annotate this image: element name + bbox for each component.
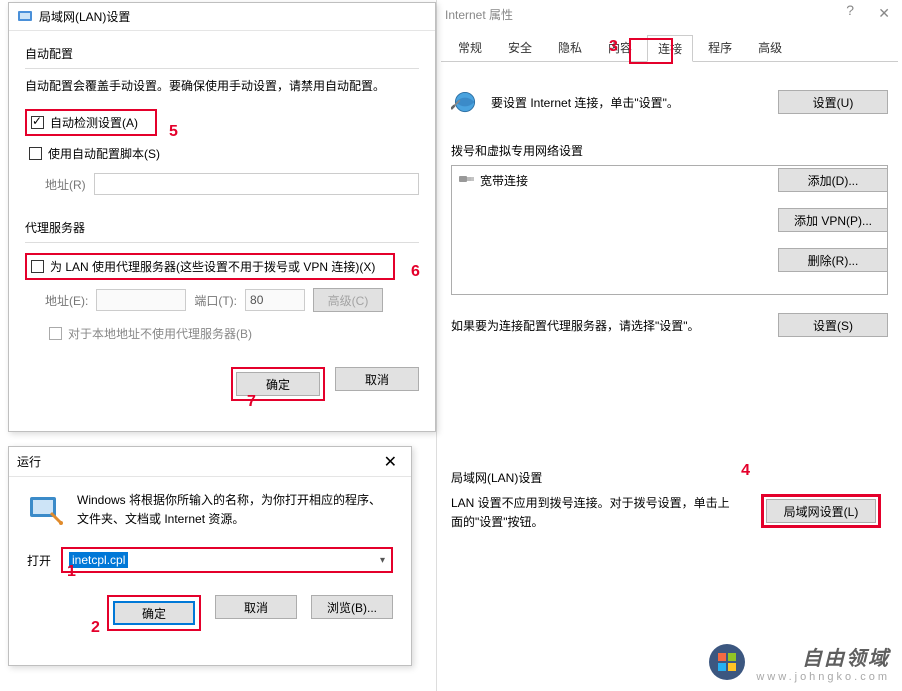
globe-icon	[451, 88, 479, 116]
auto-detect-checkbox-row[interactable]: 自动检测设置(A)	[25, 109, 157, 136]
dial-item-label: 宽带连接	[480, 172, 528, 189]
lan-titlebar: 局域网(LAN)设置	[9, 3, 435, 31]
proxy-group-label: 代理服务器	[25, 219, 419, 236]
lan-body: 自动配置 自动配置会覆盖手动设置。要确保使用手动设置，请禁用自动配置。 自动检测…	[9, 31, 435, 415]
dial-group-label: 拨号和虚拟专用网络设置	[451, 142, 888, 159]
lan-cancel-button[interactable]: 取消	[335, 367, 419, 391]
lan-settings-button[interactable]: 局域网设置(L)	[766, 499, 876, 523]
add-dial-button[interactable]: 添加(D)...	[778, 168, 888, 192]
lan-note-text: LAN 设置不应用到拨号连接。对于拨号设置，单击上面的"设置"按钮。	[451, 494, 741, 532]
setup-button[interactable]: 设置(U)	[778, 90, 888, 114]
proxy-port-input	[245, 289, 305, 311]
run-browse-button[interactable]: 浏览(B)...	[311, 595, 393, 619]
lan-group-label: 局域网(LAN)设置	[451, 469, 888, 486]
internet-properties-window: Internet 属性 ? ✕ 常规 安全 隐私 内容 连接 程序 高级 3 要…	[436, 0, 902, 691]
lan-title-text: 局域网(LAN)设置	[39, 8, 130, 25]
run-ok-button[interactable]: 确定	[113, 601, 195, 625]
annotation-box-2: 确定	[107, 595, 201, 631]
proxy-note-row: 如果要为连接配置代理服务器，请选择"设置"。 设置(S)	[451, 313, 888, 337]
tab-connections[interactable]: 连接	[647, 35, 693, 62]
script-address-input	[94, 173, 419, 195]
divider	[25, 68, 419, 69]
annotation-number-6: 6	[411, 263, 420, 281]
use-script-checkbox-row[interactable]: 使用自动配置脚本(S)	[25, 142, 419, 165]
proxy-port-label: 端口(T):	[194, 292, 237, 309]
lan-dialog-buttons: 确定 取消	[25, 367, 419, 401]
ie-tabs: 常规 安全 隐私 内容 连接 程序 高级	[441, 34, 898, 62]
auto-config-label: 自动配置	[25, 45, 419, 62]
run-top-row: Windows 将根据你所输入的名称，为你打开相应的程序、文件夹、文档或 Int…	[27, 491, 393, 529]
remove-dial-button[interactable]: 删除(R)...	[778, 248, 888, 272]
run-dialog: 运行 ✕ Windows 将根据你所输入的名称，为你打开相应的程序、文件夹、文档…	[8, 446, 412, 666]
lan-dialog-icon	[17, 9, 33, 25]
ie-body: 要设置 Internet 连接，单击"设置"。 设置(U) 拨号和虚拟专用网络设…	[437, 62, 902, 542]
auto-detect-checkbox[interactable]	[31, 116, 44, 129]
annotation-number-5: 5	[169, 123, 178, 141]
proxy-checkbox[interactable]	[31, 260, 44, 273]
setup-text: 要设置 Internet 连接，单击"设置"。	[491, 94, 679, 111]
run-buttons-row: 确定 取消 浏览(B)...	[27, 595, 393, 631]
proxy-note-text: 如果要为连接配置代理服务器，请选择"设置"。	[451, 317, 700, 334]
tab-content[interactable]: 内容	[597, 34, 643, 61]
bypass-local-checkbox	[49, 327, 62, 340]
ie-title-text: Internet 属性	[445, 6, 513, 23]
run-app-icon	[27, 491, 63, 527]
tab-security[interactable]: 安全	[497, 34, 543, 61]
lan-ok-button[interactable]: 确定	[236, 372, 320, 396]
proxy-address-row: 地址(E): 端口(T): 高级(C)	[45, 288, 419, 312]
run-title-text: 运行	[17, 453, 41, 470]
script-address-label: 地址(R)	[45, 176, 86, 193]
dial-buttons-column: 添加(D)... 添加 VPN(P)... 删除(R)...	[778, 168, 888, 272]
run-open-combobox[interactable]: inetcpl.cpl ▾	[61, 547, 393, 573]
lan-settings-dialog: 局域网(LAN)设置 自动配置 自动配置会覆盖手动设置。要确保使用手动设置，请禁…	[8, 2, 436, 432]
proxy-checkbox-label: 为 LAN 使用代理服务器(这些设置不用于拨号或 VPN 连接)(X)	[50, 258, 375, 275]
setup-row: 要设置 Internet 连接，单击"设置"。 设置(U)	[451, 88, 888, 116]
run-open-value: inetcpl.cpl	[69, 552, 128, 568]
tab-general[interactable]: 常规	[447, 34, 493, 61]
proxy-address-label: 地址(E):	[45, 292, 88, 309]
lan-section: 局域网(LAN)设置 LAN 设置不应用到拨号连接。对于拨号设置，单击上面的"设…	[451, 469, 888, 532]
divider	[25, 242, 419, 243]
proxy-advanced-button: 高级(C)	[313, 288, 383, 312]
auto-detect-label: 自动检测设置(A)	[50, 114, 138, 131]
use-script-checkbox[interactable]	[29, 147, 42, 160]
run-close-button[interactable]: ✕	[378, 452, 403, 472]
run-open-row: 打开 inetcpl.cpl ▾	[27, 547, 393, 573]
run-titlebar: 运行 ✕	[9, 447, 411, 477]
chevron-down-icon[interactable]: ▾	[380, 555, 385, 566]
use-script-label: 使用自动配置脚本(S)	[48, 145, 160, 162]
help-button[interactable]: ?	[846, 2, 854, 18]
run-cancel-button[interactable]: 取消	[215, 595, 297, 619]
plug-icon	[458, 173, 474, 188]
bypass-local-label: 对于本地地址不使用代理服务器(B)	[68, 325, 252, 342]
script-address-row: 地址(R)	[45, 173, 419, 195]
run-open-label: 打开	[27, 552, 51, 569]
close-button[interactable]: ✕	[878, 5, 890, 22]
tab-privacy[interactable]: 隐私	[547, 34, 593, 61]
ie-titlebar: Internet 属性 ? ✕	[437, 0, 902, 28]
tab-programs[interactable]: 程序	[697, 34, 743, 61]
run-description: Windows 将根据你所输入的名称，为你打开相应的程序、文件夹、文档或 Int…	[77, 491, 393, 529]
bypass-local-row: 对于本地地址不使用代理服务器(B)	[45, 322, 419, 345]
auto-config-desc: 自动配置会覆盖手动设置。要确保使用手动设置，请禁用自动配置。	[25, 77, 419, 95]
annotation-box-4: 局域网设置(L)	[761, 494, 881, 528]
tab-advanced[interactable]: 高级	[747, 34, 793, 61]
conn-settings-button[interactable]: 设置(S)	[778, 313, 888, 337]
proxy-address-input	[96, 289, 186, 311]
proxy-checkbox-row[interactable]: 为 LAN 使用代理服务器(这些设置不用于拨号或 VPN 连接)(X)	[25, 253, 395, 280]
run-body: Windows 将根据你所输入的名称，为你打开相应的程序、文件夹、文档或 Int…	[9, 477, 411, 645]
annotation-box-7: 确定	[231, 367, 325, 401]
add-vpn-button[interactable]: 添加 VPN(P)...	[778, 208, 888, 232]
